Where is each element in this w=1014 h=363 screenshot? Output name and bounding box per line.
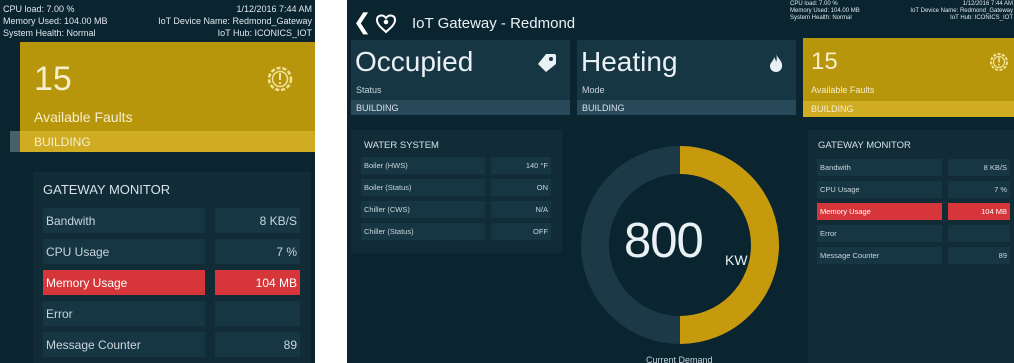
water-row[interactable]: Chiller (Status) OFF xyxy=(361,223,551,240)
faults-label: Available Faults xyxy=(811,85,875,95)
monitor-row-label: Bandwith xyxy=(43,208,205,233)
water-row[interactable]: Boiler (Status) ON xyxy=(361,179,551,196)
faults-tile[interactable]: 15 Available Faults BUILDING xyxy=(20,42,315,152)
monitor-row-value: 7 % xyxy=(948,181,1010,198)
left-accent-strip xyxy=(10,131,20,152)
occupancy-value: Occupied xyxy=(355,46,474,77)
gear-warning-icon xyxy=(265,64,295,94)
mode-label: Mode xyxy=(582,85,605,95)
monitor-row-label: Bandwith xyxy=(817,159,942,176)
monitor-row-value: 8 KB/S xyxy=(948,159,1010,176)
tag-icon xyxy=(537,53,557,73)
flame-icon xyxy=(768,53,784,73)
system-health-text: System Health: Normal xyxy=(3,28,96,38)
monitor-row[interactable]: Memory Usage 104 MB xyxy=(43,270,300,295)
page-title: IoT Gateway - Redmond xyxy=(412,15,576,32)
memory-used-text: Memory Used: 104.00 MB xyxy=(3,16,108,26)
monitor-row[interactable]: Message Counter 89 xyxy=(817,247,1010,264)
water-row-value: 140 °F xyxy=(491,157,551,174)
faults-count: 15 xyxy=(34,60,72,98)
water-row[interactable]: Boiler (HWS) 140 °F xyxy=(361,157,551,174)
water-row-value: OFF xyxy=(491,223,551,240)
occupancy-category: BUILDING xyxy=(351,100,570,115)
monitor-row-value xyxy=(215,301,300,326)
mode-tile[interactable]: Heating Mode BUILDING xyxy=(577,40,796,115)
datetime-text: 1/12/2016 7:44 AM xyxy=(236,4,312,14)
puzzle-logo-icon xyxy=(374,12,398,34)
gateway-monitor-title: GATEWAY MONITOR xyxy=(43,182,171,197)
monitor-row-label: Memory Usage xyxy=(817,203,942,220)
mode-category-label: BUILDING xyxy=(582,102,625,113)
monitor-row-value: 7 % xyxy=(215,239,300,264)
monitor-row[interactable]: CPU Usage 7 % xyxy=(43,239,300,264)
faults-category: BUILDING xyxy=(803,101,1014,117)
faults-count: 15 xyxy=(811,48,838,75)
iot-hub-text: IoT Hub: ICONICS_IOT xyxy=(217,28,312,38)
water-row-value: N/A xyxy=(491,201,551,218)
monitor-row-value: 8 KB/S xyxy=(215,208,300,233)
monitor-row-label: Message Counter xyxy=(43,332,205,357)
monitor-row[interactable]: Memory Usage 104 MB xyxy=(817,203,1010,220)
demand-gauge: 800 KW Current Demand xyxy=(572,140,782,363)
monitor-row[interactable]: Bandwith 8 KB/S xyxy=(817,159,1010,176)
mode-value: Heating xyxy=(581,46,678,77)
water-row[interactable]: Chiller (CWS) N/A xyxy=(361,201,551,218)
gear-warning-icon xyxy=(988,51,1010,73)
iot-hub-text: IoT Hub: ICONICS_IOT xyxy=(950,15,1013,21)
demand-value: 800 xyxy=(624,214,704,268)
monitor-row-value: 104 MB xyxy=(215,270,300,295)
faults-label: Available Faults xyxy=(34,109,133,125)
screenshot-divider xyxy=(315,0,347,363)
monitor-row-label: CPU Usage xyxy=(43,239,205,264)
device-name-text: IoT Device Name: Redmond_Gateway xyxy=(158,16,312,26)
cpu-load-text: CPU load: 7.00 % xyxy=(3,4,75,14)
monitor-row-label: Memory Usage xyxy=(43,270,205,295)
water-system-title: WATER SYSTEM xyxy=(364,140,439,151)
monitor-row[interactable]: Message Counter 89 xyxy=(43,332,300,357)
chevron-left-icon: ❮ xyxy=(353,9,372,34)
demand-unit: KW xyxy=(725,252,748,268)
water-row-label: Boiler (HWS) xyxy=(361,157,485,174)
occupancy-tile[interactable]: Occupied Status BUILDING xyxy=(351,40,570,115)
monitor-row[interactable]: CPU Usage 7 % xyxy=(817,181,1010,198)
monitor-row[interactable]: Error xyxy=(43,301,300,326)
monitor-row-label: Error xyxy=(43,301,205,326)
back-button[interactable]: ❮ xyxy=(353,10,371,34)
faults-category-label: BUILDING xyxy=(34,134,91,149)
water-row-value: ON xyxy=(491,179,551,196)
monitor-row-value: 89 xyxy=(948,247,1010,264)
monitor-row[interactable]: Bandwith 8 KB/S xyxy=(43,208,300,233)
monitor-row[interactable]: Error xyxy=(817,225,1010,242)
occupancy-label: Status xyxy=(356,85,382,95)
dashboard: ❮ IoT Gateway - Redmond CPU load: 7.00 %… xyxy=(347,0,1014,363)
demand-label: Current Demand xyxy=(646,355,713,363)
water-row-label: Boiler (Status) xyxy=(361,179,485,196)
left-panel: CPU load: 7.00 % Memory Used: 104.00 MB … xyxy=(0,0,315,363)
faults-category-label: BUILDING xyxy=(811,104,854,114)
monitor-row-value: 104 MB xyxy=(948,203,1010,220)
faults-category: BUILDING xyxy=(20,131,315,152)
mode-category: BUILDING xyxy=(577,100,796,115)
water-row-label: Chiller (Status) xyxy=(361,223,485,240)
faults-tile[interactable]: 15 Available Faults BUILDING xyxy=(803,38,1014,117)
occupancy-category-label: BUILDING xyxy=(356,102,399,113)
gateway-monitor-title: GATEWAY MONITOR xyxy=(818,140,911,151)
monitor-row-value: 89 xyxy=(215,332,300,357)
water-row-label: Chiller (CWS) xyxy=(361,201,485,218)
monitor-row-label: CPU Usage xyxy=(817,181,942,198)
system-health-text: System Health: Normal xyxy=(790,15,852,21)
monitor-row-label: Message Counter xyxy=(817,247,942,264)
monitor-row-value xyxy=(948,225,1010,242)
monitor-row-label: Error xyxy=(817,225,942,242)
